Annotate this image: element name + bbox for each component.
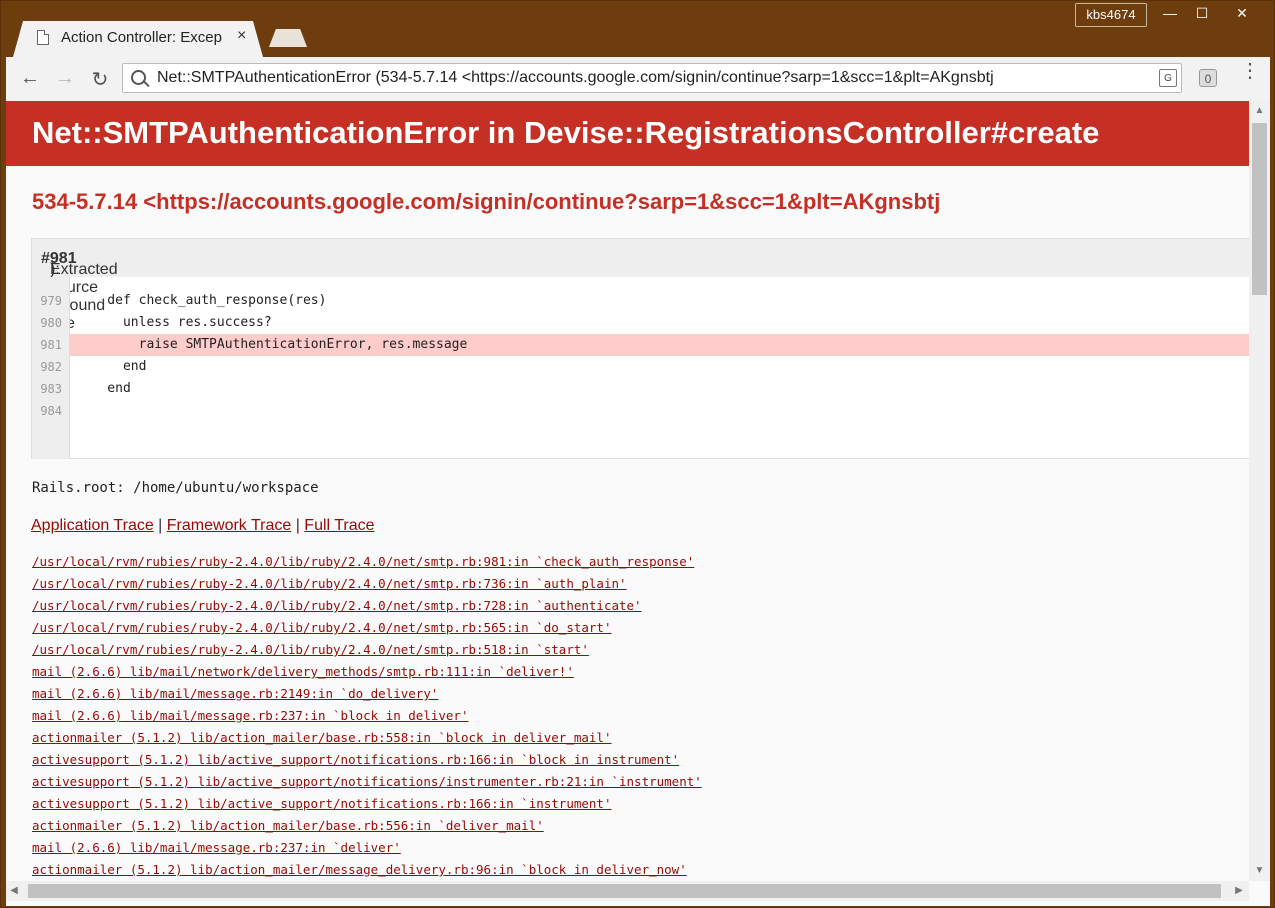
scroll-up-icon[interactable]: ▲ (1249, 105, 1270, 116)
code-text: unless res.success? (76, 315, 272, 330)
code-text: end (76, 381, 131, 396)
code-line: 980 unless res.success? (32, 312, 1249, 334)
back-button[interactable]: ← (18, 67, 42, 90)
vertical-scroll-thumb[interactable] (1252, 123, 1267, 295)
line-number: 979 (40, 294, 62, 308)
trace-item[interactable]: /usr/local/rvm/rubies/ruby-2.4.0/lib/rub… (32, 595, 702, 617)
line-number: 981 (40, 338, 62, 352)
extracted-source: Extracted source (around line #981): 979… (31, 238, 1249, 459)
maximize-button[interactable]: ☐ (1187, 3, 1217, 23)
menu-icon[interactable]: ⋮ (1240, 61, 1260, 81)
trace-item[interactable]: mail (2.6.6) lib/mail/message.rb:237:in … (32, 837, 702, 859)
trace-item[interactable]: mail (2.6.6) lib/mail/message.rb:237:in … (32, 705, 702, 727)
address-bar[interactable]: Net::SMTPAuthenticationError (534-5.7.14… (122, 63, 1182, 93)
code-line: 983 end (32, 378, 1249, 400)
page-viewport: Net::SMTPAuthenticationError in Devise::… (6, 101, 1270, 906)
full-trace-link[interactable]: Full Trace (304, 517, 374, 534)
url-text[interactable]: Net::SMTPAuthenticationError (534-5.7.14… (157, 69, 1137, 87)
code-line: 979 def check_auth_response(res) (32, 290, 1249, 312)
trace-item[interactable]: actionmailer (5.1.2) lib/action_mailer/b… (32, 727, 702, 749)
code-text: end (76, 359, 147, 374)
line-number: 980 (40, 316, 62, 330)
application-trace-link[interactable]: Application Trace (31, 517, 154, 534)
trace-selector: Application Trace | Framework Trace | Fu… (31, 517, 375, 535)
vertical-scrollbar[interactable]: ▲ ▼ (1249, 101, 1270, 881)
page-icon (37, 30, 49, 45)
trace-list: /usr/local/rvm/rubies/ruby-2.4.0/lib/rub… (32, 551, 702, 881)
rails-root: Rails.root: /home/ubuntu/workspace (32, 480, 319, 496)
trace-item[interactable]: /usr/local/rvm/rubies/ruby-2.4.0/lib/rub… (32, 617, 702, 639)
browser-toolbar: ← → ↻ Net::SMTPAuthenticationError (534-… (6, 57, 1270, 101)
trace-item[interactable]: /usr/local/rvm/rubies/ruby-2.4.0/lib/rub… (32, 639, 702, 661)
code-text: def check_auth_response(res) (76, 293, 327, 308)
trace-item[interactable]: activesupport (5.1.2) lib/active_support… (32, 749, 702, 771)
framework-trace-link[interactable]: Framework Trace (167, 517, 291, 534)
error-message: 534-5.7.14 <https://accounts.google.com/… (32, 189, 941, 214)
browser-window: Action Controller: Excep × kbs4674 — ☐ ✕… (0, 0, 1275, 908)
page-title: Net::SMTPAuthenticationError in Devise::… (32, 115, 1100, 150)
error-header: Net::SMTPAuthenticationError in Devise::… (6, 101, 1249, 166)
tab-close-icon[interactable]: × (237, 27, 246, 45)
trace-item[interactable]: /usr/local/rvm/rubies/ruby-2.4.0/lib/rub… (32, 551, 702, 573)
trace-item[interactable]: actionmailer (5.1.2) lib/action_mailer/m… (32, 859, 702, 881)
trace-item[interactable]: /usr/local/rvm/rubies/ruby-2.4.0/lib/rub… (32, 573, 702, 595)
code-text: raise SMTPAuthenticationError, res.messa… (70, 334, 1249, 356)
trace-item[interactable]: actionmailer (5.1.2) lib/action_mailer/b… (32, 815, 702, 837)
horizontal-scrollbar[interactable]: ◀ ▶ (6, 881, 1249, 901)
trace-item[interactable]: activesupport (5.1.2) lib/active_support… (32, 771, 702, 793)
trace-item[interactable]: mail (2.6.6) lib/mail/network/delivery_m… (32, 661, 702, 683)
source-header: Extracted source (around line #981): (32, 239, 1249, 332)
trace-item[interactable]: mail (2.6.6) lib/mail/message.rb:2149:in… (32, 683, 702, 705)
browser-tab[interactable]: Action Controller: Excep × (13, 21, 263, 57)
minimize-button[interactable]: — (1155, 3, 1185, 23)
separator: | (291, 517, 305, 534)
code-line: 984 (32, 400, 1249, 422)
scroll-down-icon[interactable]: ▼ (1249, 865, 1270, 876)
line-number: 984 (40, 404, 62, 418)
horizontal-scroll-thumb[interactable] (28, 884, 1221, 898)
reload-button[interactable]: ↻ (88, 67, 112, 92)
tab-title: Action Controller: Excep (61, 29, 222, 46)
line-number: 982 (40, 360, 62, 374)
profile-button[interactable]: kbs4674 (1075, 3, 1147, 27)
line-number: 983 (40, 382, 62, 396)
close-window-button[interactable]: ✕ (1227, 3, 1257, 23)
trace-item[interactable]: activesupport (5.1.2) lib/active_support… (32, 793, 702, 815)
scroll-right-icon[interactable]: ▶ (1233, 885, 1245, 896)
code-line-highlighted: 981 raise SMTPAuthenticationError, res.m… (32, 334, 1249, 356)
extension-icon[interactable]: 0 (1199, 69, 1217, 87)
code-line: 982 end (32, 356, 1249, 378)
translate-icon[interactable]: G (1159, 69, 1177, 87)
new-tab-button[interactable] (269, 29, 307, 47)
forward-button[interactable]: → (53, 67, 77, 90)
scroll-left-icon[interactable]: ◀ (8, 885, 20, 896)
separator: | (153, 517, 167, 534)
search-icon (131, 70, 146, 85)
